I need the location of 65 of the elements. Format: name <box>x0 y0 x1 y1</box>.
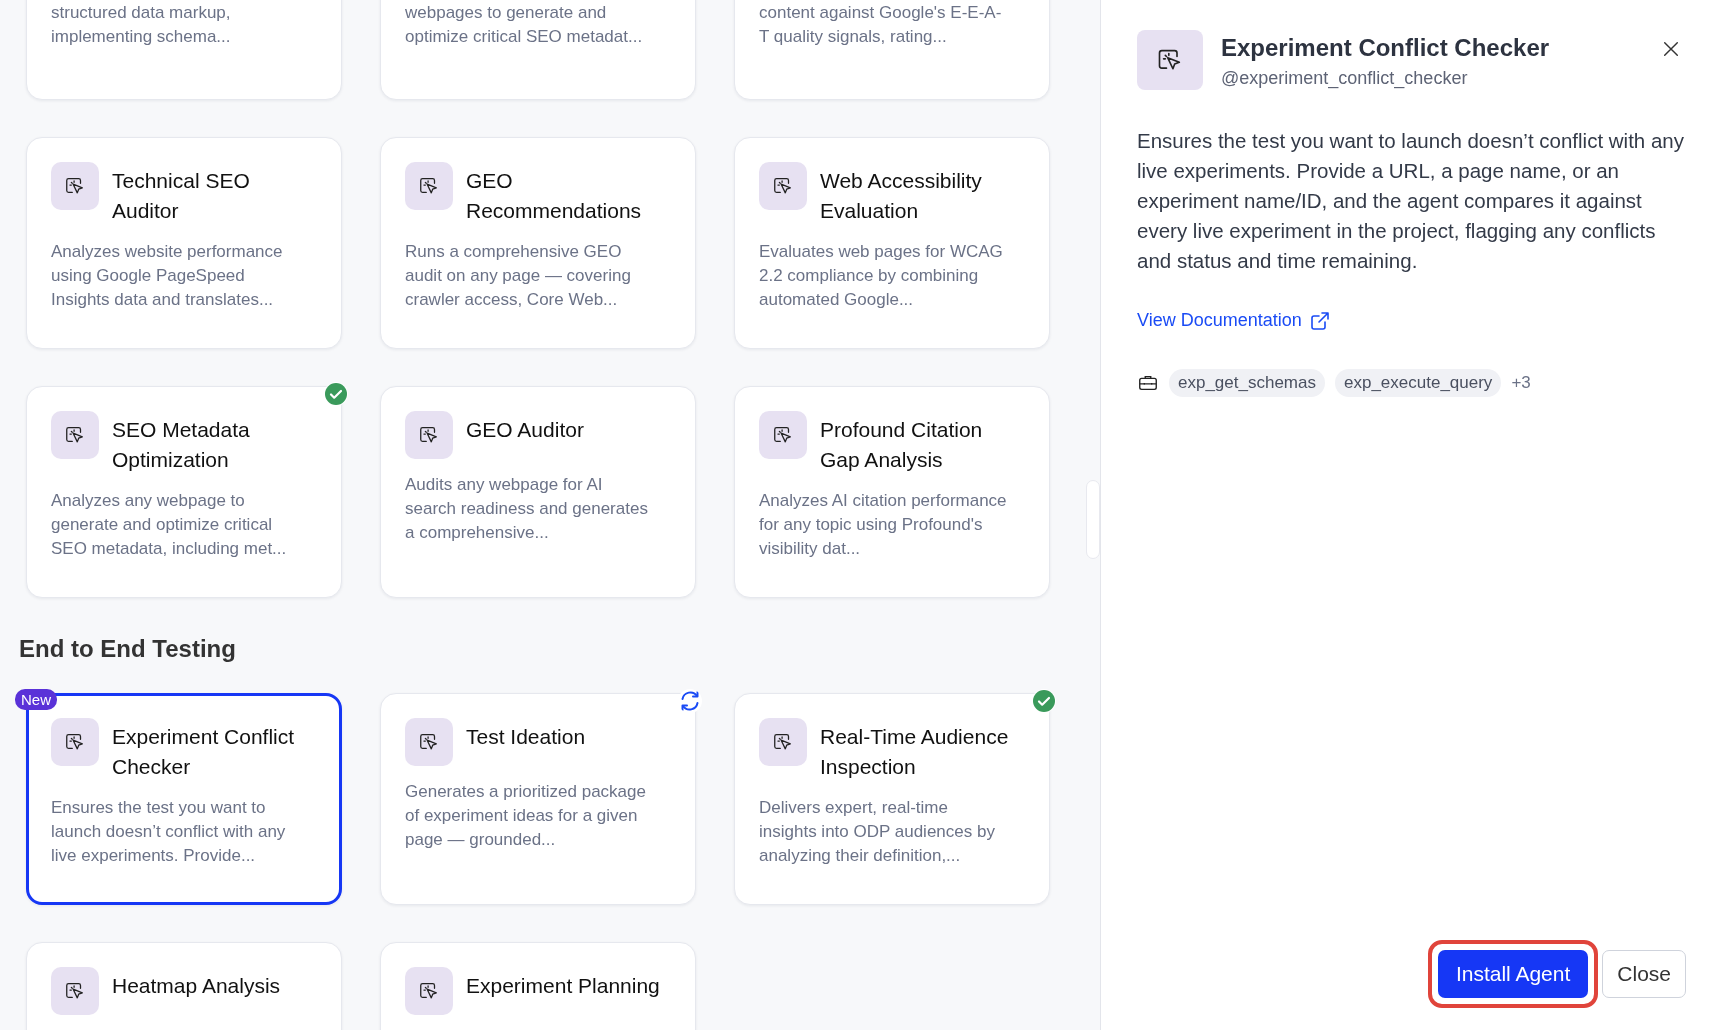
card-description: Analyzes website performance using Google PageSpeed Insights data and translates... <box>51 241 284 311</box>
agent-card[interactable]: GEO Auditor Audits any webpage for AI search readiness and generates a comprehensive... <box>380 386 696 598</box>
card-title: Web Accessibility Evaluation <box>820 168 983 224</box>
agent-icon <box>1137 30 1203 90</box>
panel-title: Experiment Conflict Checker <box>1221 34 1551 62</box>
agent-card[interactable]: Profound Citation Gap Analysis Analyzes AI citation performance for any topic using Profound's visibility dat... <box>734 386 1050 598</box>
install-agent-button[interactable]: Install Agent <box>1437 950 1589 998</box>
card-description: structured data markup, implementing schema... <box>51 2 232 48</box>
card-title: Test Ideation <box>466 724 586 750</box>
card-description: webpages to generate and optimize critical SEO metadat... <box>405 2 644 48</box>
refresh-icon[interactable] <box>678 689 702 713</box>
card-description: Evaluates web pages for WCAG 2.2 compliance by combining automated Google... <box>759 241 1004 311</box>
card-description: Ensures the test you want to launch doesn’t conflict with any live experiments. Provide... <box>51 797 287 867</box>
agent-icon <box>51 411 99 459</box>
agent-icon <box>759 718 807 766</box>
close-icon[interactable] <box>1662 40 1680 58</box>
card-title: GEO Recommendations <box>466 168 643 224</box>
agent-card[interactable]: Test Ideation Generates a prioritized package of experiment ideas for a given page — grounded... <box>380 693 696 905</box>
agent-card[interactable]: structured data markup, implementing schema... <box>26 0 342 100</box>
agent-icon <box>405 967 453 1015</box>
agent-icon <box>405 411 453 459</box>
agent-card[interactable]: Web Accessibility Evaluation Evaluates web pages for WCAG 2.2 compliance by combining automated Google... <box>734 137 1050 349</box>
tool-tag: exp_execute_query <box>1335 369 1502 397</box>
new-badge: New <box>15 689 57 710</box>
agent-card[interactable]: SEO Metadata Optimization Analyzes any webpage to generate and optimize critical SEO metadata, including met... <box>26 386 342 598</box>
check-circle-icon <box>324 382 348 406</box>
card-description: Audits any webpage for AI search readiness and generates a comprehensive... <box>405 474 649 544</box>
agent-description: Ensures the test you want to launch doesn’t conflict with any live experiments. Provide a URL, a page name, or an experiment name/ID, and the agent compares it against every live experiment in the project, flagging any conflicts and status and time remaining. <box>1137 128 1685 274</box>
card-title: Real-Time Audience Inspection <box>820 724 1010 780</box>
card-description: Delivers expert, real-time insights into ODP audiences by analyzing their definition,... <box>759 797 996 867</box>
more-tools-count: +3 <box>1511 373 1531 393</box>
agent-card[interactable]: content against Google's E-E-A-T quality signals, rating... <box>734 0 1050 100</box>
card-title: GEO Auditor <box>466 417 584 443</box>
agent-card[interactable]: Experiment Planning <box>380 942 696 1030</box>
agent-icon <box>51 162 99 210</box>
agent-icon <box>51 967 99 1015</box>
check-circle-icon <box>1032 689 1056 713</box>
card-description: Runs a comprehensive GEO audit on any page — covering crawler access, Core Web... <box>405 241 632 311</box>
documentation-link[interactable]: View Documentation <box>1137 310 1330 331</box>
card-title: Profound Citation Gap Analysis <box>820 417 984 473</box>
agent-icon <box>405 718 453 766</box>
agent-card[interactable]: Heatmap Analysis <box>26 942 342 1030</box>
card-title: SEO Metadata Optimization <box>112 417 251 473</box>
card-description: Analyzes any webpage to generate and optimize critical SEO metadata, including met... <box>51 490 288 560</box>
agent-card[interactable]: webpages to generate and optimize critical SEO metadat... <box>380 0 696 100</box>
close-button[interactable]: Close <box>1602 950 1686 998</box>
external-link-icon <box>1309 310 1330 331</box>
tool-tag: exp_get_schemas <box>1169 369 1325 397</box>
agent-icon <box>405 162 453 210</box>
section-heading: End to End Testing <box>19 635 237 663</box>
card-title: Technical SEO Auditor <box>112 168 251 224</box>
agent-icon <box>759 162 807 210</box>
agent-icon <box>51 718 99 766</box>
card-title: Experiment Planning <box>466 973 660 999</box>
card-description: Analyzes AI citation performance for any topic using Profound's visibility dat... <box>759 490 1008 560</box>
card-description: content against Google's E-E-A-T quality signals, rating... <box>759 2 1003 48</box>
agent-card[interactable]: Real-Time Audience Inspection Delivers expert, real-time insights into ODP audiences by analyzing their definition,... <box>734 693 1050 905</box>
card-description: Generates a prioritized package of experiment ideas for a given page — grounded... <box>405 781 647 851</box>
agent-card[interactable]: Technical SEO Auditor Analyzes website performance using Google PageSpeed Insights data and translates... <box>26 137 342 349</box>
card-title: Heatmap Analysis <box>112 973 281 999</box>
agent-icon <box>759 411 807 459</box>
agent-handle: @experiment_conflict_checker <box>1221 68 1469 89</box>
card-title: Experiment Conflict Checker <box>112 724 296 780</box>
agent-card[interactable]: GEO Recommendations Runs a comprehensive GEO audit on any page — covering crawler access, Core Web... <box>380 137 696 349</box>
scrollbar-thumb[interactable] <box>1086 480 1100 559</box>
